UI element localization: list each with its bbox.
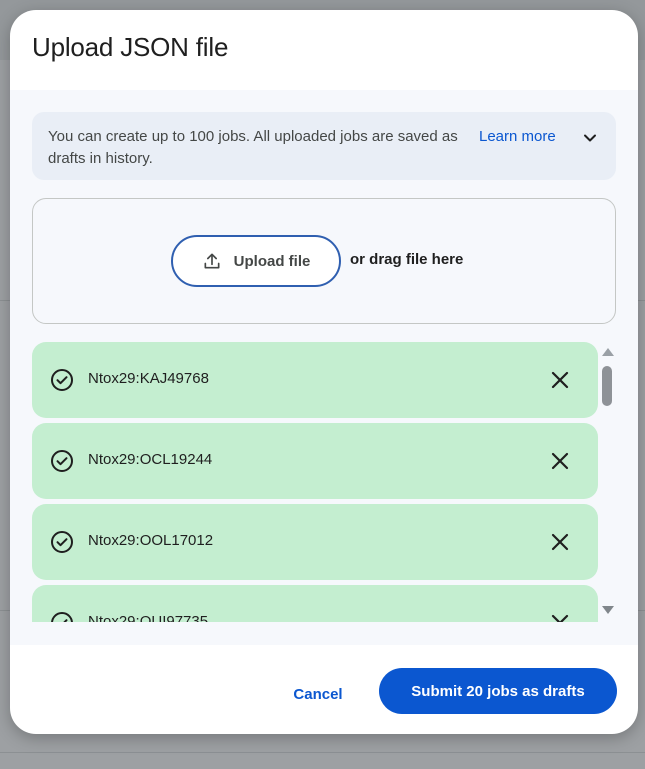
upload-json-dialog: Upload JSON file You can create up to 10…	[10, 10, 638, 734]
info-banner: You can create up to 100 jobs. All uploa…	[32, 112, 616, 180]
chevron-down-icon[interactable]	[580, 128, 600, 148]
close-icon[interactable]	[548, 611, 572, 622]
list-item: Ntox29:OOL17012	[32, 504, 598, 580]
cancel-button[interactable]: Cancel	[278, 674, 358, 714]
file-name: Ntox29:OUI97735	[88, 613, 209, 622]
file-list-scrollbar[interactable]	[600, 348, 614, 618]
close-icon[interactable]	[548, 530, 572, 554]
close-icon[interactable]	[548, 449, 572, 473]
upload-icon	[204, 253, 220, 269]
scroll-down-arrow-icon[interactable]	[602, 606, 614, 614]
learn-more-link[interactable]: Learn more	[479, 126, 556, 148]
upload-file-button[interactable]: Upload file	[171, 235, 341, 287]
file-name: Ntox29:OOL17012	[88, 532, 214, 549]
file-drop-zone[interactable]: Upload file or drag file here	[32, 198, 616, 324]
scroll-up-arrow-icon[interactable]	[602, 348, 614, 356]
check-circle-icon	[51, 612, 73, 622]
list-item: Ntox29:OCL19244	[32, 423, 598, 499]
list-item: Ntox29:OUI97735	[32, 585, 598, 622]
file-name: Ntox29:OCL19244	[88, 451, 213, 468]
check-circle-icon	[51, 531, 73, 553]
check-circle-icon	[51, 450, 73, 472]
check-circle-icon	[51, 369, 73, 391]
info-text: You can create up to 100 jobs. All uploa…	[48, 128, 458, 167]
close-icon[interactable]	[548, 368, 572, 392]
upload-file-label: Upload file	[233, 252, 311, 270]
dialog-body: You can create up to 100 jobs. All uploa…	[10, 90, 638, 645]
file-name: Ntox29:KAJ49768	[88, 370, 209, 387]
uploaded-file-list[interactable]: Ntox29:KAJ49768 Ntox29:OCL19244 Ntox29:O…	[32, 342, 598, 622]
scrollbar-thumb[interactable]	[602, 366, 612, 406]
submit-drafts-button[interactable]: Submit 20 jobs as drafts	[379, 668, 617, 714]
dialog-title: Upload JSON file	[32, 32, 229, 62]
drag-file-text: or drag file here	[350, 251, 464, 268]
list-item: Ntox29:KAJ49768	[32, 342, 598, 418]
